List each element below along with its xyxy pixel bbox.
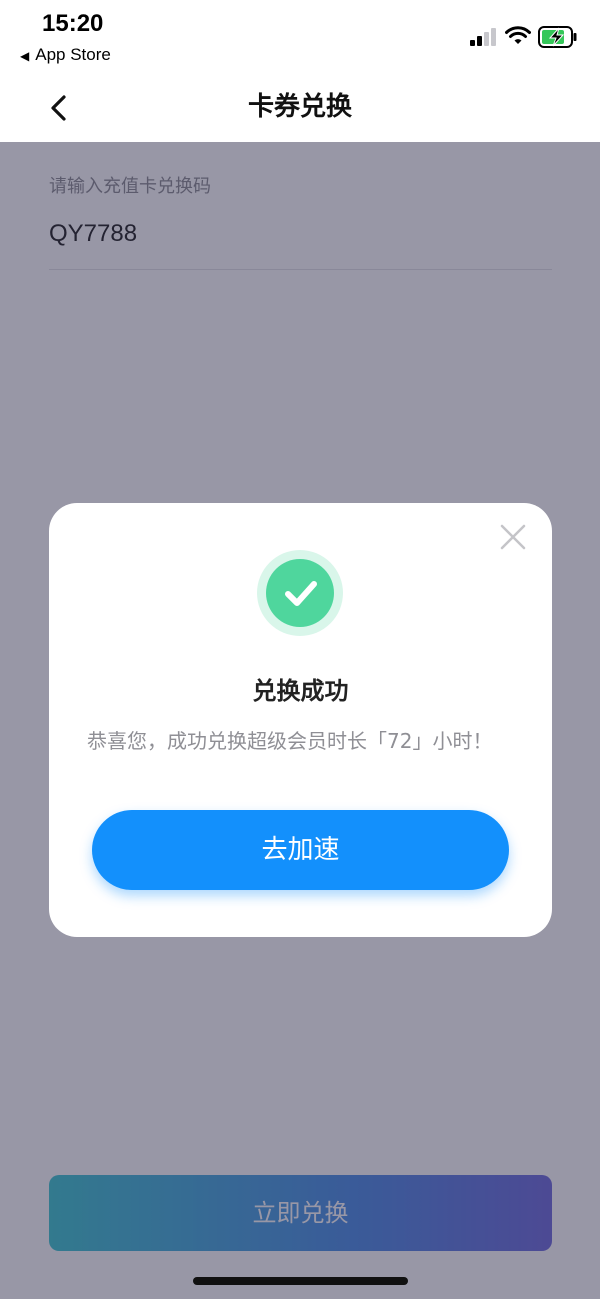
battery-charging-icon	[538, 26, 577, 48]
back-triangle-icon: ◀	[20, 49, 30, 63]
dialog-title: 兑换成功	[252, 677, 349, 705]
home-indicator	[193, 1277, 408, 1285]
success-icon-halo	[257, 550, 343, 636]
go-accelerate-button[interactable]: 去加速	[92, 810, 509, 890]
success-dialog: 兑换成功 恭喜您，成功兑换超级会员时长「72」小时！ 去加速	[49, 503, 552, 937]
wifi-icon	[505, 26, 531, 44]
dialog-message: 恭喜您，成功兑换超级会员时长「72」小时！	[87, 729, 493, 753]
status-bar: 15:20 ◀ App Store	[0, 0, 600, 80]
nav-bar: 卡券兑换	[0, 80, 600, 142]
back-app-label: App Store	[35, 45, 111, 64]
check-circle-icon	[266, 559, 334, 627]
cellular-signal-icon	[470, 28, 496, 46]
back-to-app-link[interactable]: ◀ App Store	[20, 45, 111, 65]
checkmark-icon	[285, 581, 317, 606]
status-time: 15:20	[42, 10, 104, 37]
close-icon[interactable]	[499, 523, 527, 551]
page-title: 卡券兑换	[247, 92, 352, 122]
